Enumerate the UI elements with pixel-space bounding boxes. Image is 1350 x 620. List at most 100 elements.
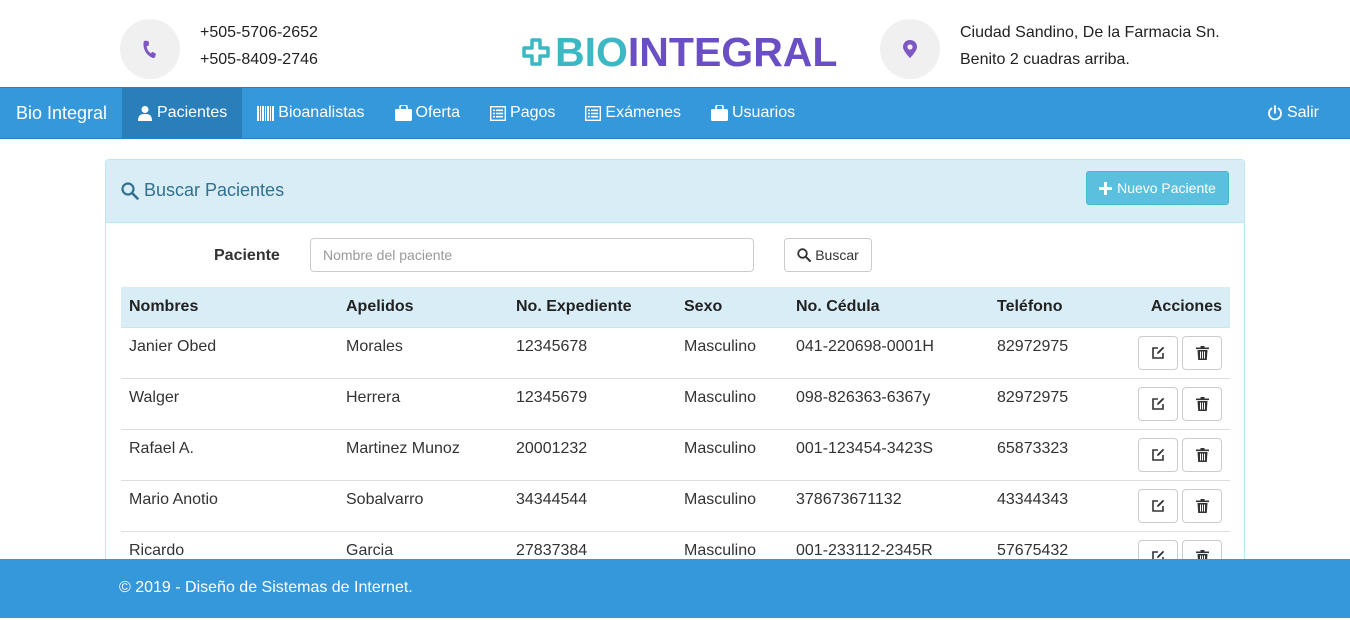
table-cell: 82972975	[989, 326, 1114, 378]
patients-panel: Buscar Pacientes Nuevo Paciente Paciente…	[105, 159, 1245, 579]
column-header: Apelidos	[338, 287, 508, 328]
table-cell: 12345679	[508, 377, 676, 429]
table-row: Janier Obed Morales 12345678 Masculino 041-2…	[121, 326, 1230, 378]
search-button[interactable]: Buscar	[784, 238, 872, 272]
user-icon	[137, 105, 153, 121]
nav-item-oferta[interactable]: Oferta	[380, 88, 475, 138]
search-label: Paciente	[214, 247, 280, 264]
edit-icon	[1151, 346, 1165, 360]
power-icon	[1267, 105, 1283, 121]
column-header: No. Expediente	[508, 287, 676, 328]
table-cell: 001-123454-3423S	[788, 428, 989, 480]
nav-item-pacientes[interactable]: Pacientes	[122, 88, 243, 138]
delete-button[interactable]	[1182, 386, 1222, 421]
trash-icon	[1195, 396, 1209, 411]
table-row: Rafael A. Martinez Munoz 20001232 Masculino…	[121, 428, 1230, 480]
table-cell: Masculino	[676, 479, 788, 531]
trash-icon	[1195, 345, 1209, 360]
column-header: Teléfono	[989, 287, 1114, 328]
table-cell: Sobalvarro	[338, 479, 508, 531]
table-cell: 041-220698-0001H	[788, 326, 989, 378]
nav-item-usuarios[interactable]: Usuarios	[696, 88, 810, 138]
address-line: Benito 2 cuadras arriba.	[960, 51, 1130, 68]
footer-copyright: © 2019 - Diseño de Sistemas de Internet.	[119, 579, 413, 596]
address-line: Ciudad Sandino, De la Farmacia Sn.	[960, 24, 1220, 41]
brand-text-integral: INTEGRAL	[627, 28, 838, 75]
edit-icon	[1151, 448, 1165, 462]
row-actions	[1114, 428, 1230, 480]
column-header: Acciones	[1114, 287, 1230, 328]
brand-logo: BIO INTEGRAL	[521, 28, 837, 76]
row-actions	[1114, 479, 1230, 531]
phone-icon	[120, 19, 180, 79]
nav-item-label: Oferta	[415, 104, 461, 121]
search-icon	[121, 181, 139, 200]
edit-button[interactable]	[1138, 335, 1178, 370]
table-row: Mario Anotio Sobalvarro 34344544 Masculino 3…	[121, 479, 1230, 531]
table-cell: 82972975	[989, 377, 1114, 429]
main-navbar: Bio Integral Pacientes Bioanalistas Ofer…	[0, 87, 1350, 139]
list-icon	[490, 105, 507, 121]
delete-button[interactable]	[1182, 335, 1222, 370]
table-cell: 20001232	[508, 428, 676, 480]
table-cell: 34344544	[508, 479, 676, 531]
phone-number: +505-5706-2652	[200, 24, 318, 41]
nav-item-label: Exámenes	[605, 104, 681, 121]
table-cell: 098-826363-6367y	[788, 377, 989, 429]
nav-item-bioanalistas[interactable]: Bioanalistas	[242, 88, 379, 138]
table-cell: 12345678	[508, 326, 676, 378]
edit-icon	[1151, 499, 1165, 513]
list-icon	[585, 105, 602, 121]
search-form: Paciente Buscar	[106, 238, 1244, 274]
nav-item-pagos[interactable]: Pagos	[475, 88, 570, 138]
table-header-row: Nombres Apelidos No. Expediente Sexo No.…	[121, 287, 1230, 328]
edit-button[interactable]	[1138, 488, 1178, 523]
top-header: +505-5706-2652 +505-8409-2746 BIO INTEGRA…	[0, 0, 1350, 87]
table-cell: Masculino	[676, 326, 788, 378]
table-cell: Masculino	[676, 377, 788, 429]
table-cell: Walger	[121, 377, 338, 429]
address: Ciudad Sandino, De la Farmacia Sn. Benit…	[960, 19, 1220, 73]
edit-button[interactable]	[1138, 386, 1178, 421]
patients-table: Nombres Apelidos No. Expediente Sexo No.…	[121, 287, 1230, 578]
nav-item-label: Pagos	[510, 104, 556, 121]
edit-button[interactable]	[1138, 437, 1178, 472]
panel-heading: Buscar Pacientes Nuevo Paciente	[106, 160, 1244, 223]
delete-button[interactable]	[1182, 437, 1222, 472]
nav-item-examenes[interactable]: Exámenes	[570, 88, 696, 138]
nav-menu: Pacientes Bioanalistas Oferta Pagos Exám…	[122, 88, 810, 138]
delete-button[interactable]	[1182, 488, 1222, 523]
table-cell: Martinez Munoz	[338, 428, 508, 480]
brand-text-bio: BIO	[555, 28, 628, 75]
table-cell: Mario Anotio	[121, 479, 338, 531]
row-actions	[1114, 377, 1230, 429]
table-cell: Herrera	[338, 377, 508, 429]
column-header: Sexo	[676, 287, 788, 328]
new-patient-label: Nuevo Paciente	[1117, 180, 1216, 196]
column-header: Nombres	[121, 287, 338, 328]
footer: © 2019 - Diseño de Sistemas de Internet.	[0, 559, 1350, 618]
table-cell: Janier Obed	[121, 326, 338, 378]
panel-title: Buscar Pacientes	[121, 180, 284, 201]
briefcase-icon	[394, 105, 412, 121]
phone-numbers: +505-5706-2652 +505-8409-2746	[200, 19, 318, 73]
table-cell: 378673671132	[788, 479, 989, 531]
new-patient-button[interactable]: Nuevo Paciente	[1086, 171, 1229, 205]
navbar-brand[interactable]: Bio Integral	[16, 88, 107, 138]
logout-link[interactable]: Salir	[1267, 88, 1319, 138]
table-cell: 65873323	[989, 428, 1114, 480]
patient-search-input[interactable]	[310, 238, 754, 272]
nav-item-label: Bioanalistas	[278, 104, 365, 121]
medical-cross-icon	[521, 37, 551, 67]
search-button-label: Buscar	[815, 247, 859, 263]
table-row: Walger Herrera 12345679 Masculino 098-826363…	[121, 377, 1230, 429]
nav-item-label: Pacientes	[157, 104, 228, 121]
edit-icon	[1151, 397, 1165, 411]
trash-icon	[1195, 498, 1209, 513]
column-header: No. Cédula	[788, 287, 989, 328]
logout-label: Salir	[1286, 104, 1319, 121]
barcode-icon	[257, 105, 275, 121]
nav-item-label: Usuarios	[731, 104, 796, 121]
search-icon	[797, 248, 812, 262]
phone-number: +505-8409-2746	[200, 51, 318, 68]
